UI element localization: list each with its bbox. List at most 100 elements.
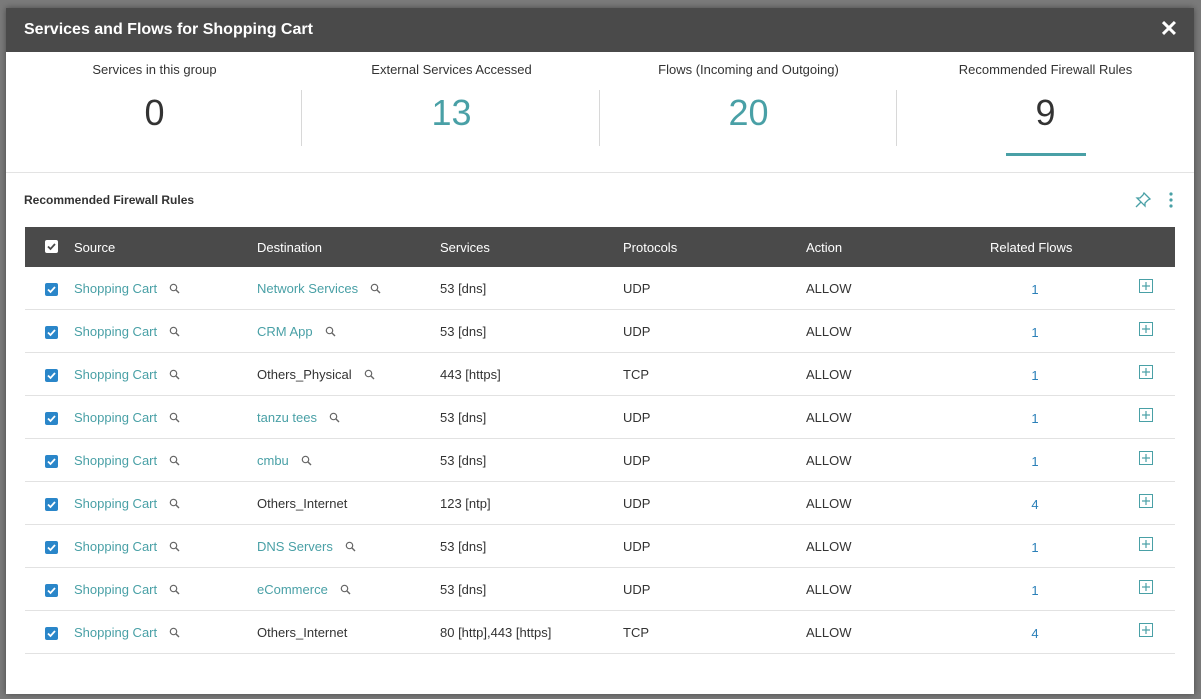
destination-link[interactable]: tanzu tees bbox=[257, 410, 317, 425]
magnifier-icon[interactable] bbox=[370, 282, 381, 294]
column-source[interactable]: Source bbox=[74, 240, 115, 255]
stat-external-services[interactable]: External Services Accessed 13 bbox=[303, 52, 600, 172]
stat-label: Services in this group bbox=[92, 62, 217, 77]
magnifier-icon[interactable] bbox=[169, 583, 180, 595]
magnifier-icon[interactable] bbox=[169, 368, 180, 380]
services-cell: 80 [http],443 [https] bbox=[440, 625, 552, 640]
row-checkbox[interactable] bbox=[45, 498, 58, 511]
row-checkbox[interactable] bbox=[45, 283, 58, 296]
destination-link[interactable]: CRM App bbox=[257, 324, 313, 339]
magnifier-icon[interactable] bbox=[169, 626, 180, 638]
source-link[interactable]: Shopping Cart bbox=[74, 496, 157, 511]
plus-box-icon[interactable] bbox=[1139, 580, 1153, 594]
plus-box-icon[interactable] bbox=[1139, 537, 1153, 551]
magnifier-icon[interactable] bbox=[340, 583, 351, 595]
source-cell: Shopping Cart bbox=[74, 324, 180, 339]
stat-services-in-group: Services in this group 0 bbox=[6, 52, 303, 172]
plus-box-icon[interactable] bbox=[1139, 494, 1153, 508]
action-cell: ALLOW bbox=[806, 281, 852, 296]
related-flows-link[interactable]: 1 bbox=[1015, 282, 1055, 297]
related-flows-link[interactable]: 1 bbox=[1015, 583, 1055, 598]
pin-icon[interactable] bbox=[1134, 191, 1152, 209]
stat-value-link[interactable]: 13 bbox=[303, 92, 600, 134]
table-row: Shopping Cart Network Services 53 [dns] UDP… bbox=[25, 267, 1175, 310]
related-flows-link[interactable]: 1 bbox=[1015, 368, 1055, 383]
stat-value: 9 bbox=[1035, 92, 1056, 133]
related-flows-link[interactable]: 1 bbox=[1015, 454, 1055, 469]
source-link[interactable]: Shopping Cart bbox=[74, 539, 157, 554]
source-link[interactable]: Shopping Cart bbox=[74, 367, 157, 382]
action-cell: ALLOW bbox=[806, 582, 852, 597]
source-link[interactable]: Shopping Cart bbox=[74, 625, 157, 640]
related-flows-link[interactable]: 4 bbox=[1015, 626, 1055, 641]
column-destination[interactable]: Destination bbox=[257, 240, 322, 255]
stat-flows[interactable]: Flows (Incoming and Outgoing) 20 bbox=[600, 52, 897, 172]
row-checkbox[interactable] bbox=[45, 326, 58, 339]
close-icon[interactable]: ✕ bbox=[1156, 16, 1182, 42]
section-title: Recommended Firewall Rules bbox=[24, 193, 195, 207]
column-action[interactable]: Action bbox=[806, 240, 842, 255]
row-checkbox[interactable] bbox=[45, 627, 58, 640]
action-cell: ALLOW bbox=[806, 496, 852, 511]
table-row: Shopping Cart tanzu tees 53 [dns] UDP ALLOW 1 bbox=[25, 396, 1175, 439]
destination-cell: Others_Internet bbox=[257, 625, 347, 640]
destination-cell: CRM App bbox=[257, 324, 336, 339]
plus-box-icon[interactable] bbox=[1139, 322, 1153, 336]
plus-box-icon[interactable] bbox=[1139, 451, 1153, 465]
related-flows-link[interactable]: 1 bbox=[1015, 325, 1055, 340]
magnifier-icon[interactable] bbox=[329, 411, 340, 423]
destination-link[interactable]: eCommerce bbox=[257, 582, 328, 597]
services-flows-modal: Services and Flows for Shopping Cart ✕ S… bbox=[6, 8, 1194, 694]
table-row: Shopping Cart cmbu 53 [dns] UDP ALLOW 1 bbox=[25, 439, 1175, 482]
column-services[interactable]: Services bbox=[440, 240, 490, 255]
destination-link[interactable]: Network Services bbox=[257, 281, 358, 296]
row-checkbox[interactable] bbox=[45, 369, 58, 382]
protocol-cell: UDP bbox=[623, 281, 651, 296]
plus-box-icon[interactable] bbox=[1139, 623, 1153, 637]
action-cell: ALLOW bbox=[806, 453, 852, 468]
source-link[interactable]: Shopping Cart bbox=[74, 453, 157, 468]
magnifier-icon[interactable] bbox=[301, 454, 312, 466]
source-cell: Shopping Cart bbox=[74, 539, 180, 554]
magnifier-icon[interactable] bbox=[169, 411, 180, 423]
magnifier-icon[interactable] bbox=[169, 497, 180, 509]
magnifier-icon[interactable] bbox=[169, 540, 180, 552]
action-cell: ALLOW bbox=[806, 625, 852, 640]
row-checkbox[interactable] bbox=[45, 584, 58, 597]
related-flows-link[interactable]: 1 bbox=[1015, 540, 1055, 555]
table-row: Shopping Cart Others_Internet 123 [ntp] UDP… bbox=[25, 482, 1175, 525]
source-link[interactable]: Shopping Cart bbox=[74, 281, 157, 296]
source-link[interactable]: Shopping Cart bbox=[74, 582, 157, 597]
magnifier-icon[interactable] bbox=[169, 325, 180, 337]
magnifier-icon[interactable] bbox=[364, 368, 375, 380]
column-protocols[interactable]: Protocols bbox=[623, 240, 677, 255]
plus-box-icon[interactable] bbox=[1139, 279, 1153, 293]
plus-box-icon[interactable] bbox=[1139, 365, 1153, 379]
select-all-checkbox[interactable] bbox=[45, 240, 58, 253]
stat-label: Recommended Firewall Rules bbox=[958, 62, 1133, 77]
destination-link[interactable]: cmbu bbox=[257, 453, 289, 468]
stat-value-link[interactable]: 20 bbox=[600, 92, 897, 134]
action-cell: ALLOW bbox=[806, 410, 852, 425]
magnifier-icon[interactable] bbox=[325, 325, 336, 337]
row-checkbox[interactable] bbox=[45, 412, 58, 425]
destination-cell: tanzu tees bbox=[257, 410, 340, 425]
magnifier-icon[interactable] bbox=[169, 282, 180, 294]
services-cell: 443 [https] bbox=[440, 367, 501, 382]
plus-box-icon[interactable] bbox=[1139, 408, 1153, 422]
destination-link[interactable]: DNS Servers bbox=[257, 539, 333, 554]
magnifier-icon[interactable] bbox=[345, 540, 356, 552]
source-link[interactable]: Shopping Cart bbox=[74, 324, 157, 339]
protocol-cell: UDP bbox=[623, 582, 651, 597]
row-checkbox[interactable] bbox=[45, 455, 58, 468]
magnifier-icon[interactable] bbox=[169, 454, 180, 466]
row-checkbox[interactable] bbox=[45, 541, 58, 554]
source-cell: Shopping Cart bbox=[74, 453, 180, 468]
source-link[interactable]: Shopping Cart bbox=[74, 410, 157, 425]
column-related-flows[interactable]: Related Flows bbox=[990, 240, 1072, 255]
stat-label: External Services Accessed bbox=[371, 62, 532, 77]
related-flows-link[interactable]: 4 bbox=[1015, 497, 1055, 512]
more-vertical-icon[interactable] bbox=[1162, 191, 1180, 209]
related-flows-link[interactable]: 1 bbox=[1015, 411, 1055, 426]
destination-cell: DNS Servers bbox=[257, 539, 356, 554]
